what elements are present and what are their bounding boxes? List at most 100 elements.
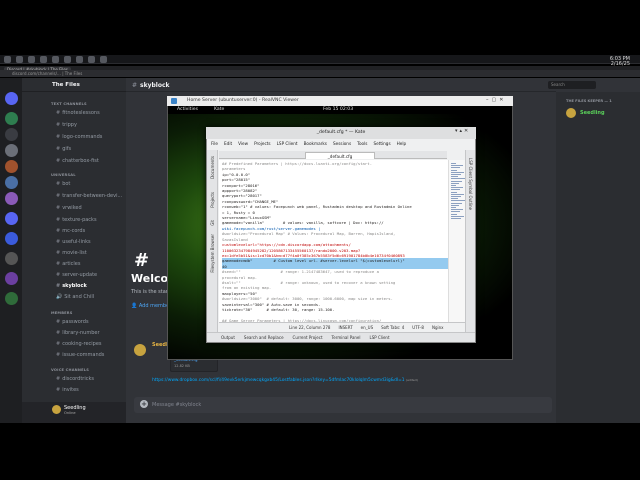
channel-item[interactable]: # articles [56, 261, 81, 267]
channel-item[interactable]: # discordtricks [56, 376, 94, 382]
message-placeholder[interactable]: Message #skyblock [152, 402, 201, 408]
app-icon[interactable] [88, 56, 95, 63]
menu-edit[interactable]: Edit [224, 140, 232, 148]
app-icon[interactable] [64, 56, 71, 63]
add-members-link[interactable]: 👤 Add member [131, 303, 171, 309]
gnome-clock[interactable]: Feb 15 02:03 [323, 107, 353, 112]
app-icon[interactable] [100, 56, 107, 63]
menu-tools[interactable]: Tools [357, 140, 367, 148]
minimap-line [451, 169, 457, 171]
channel-item-selected[interactable]: # skyblock [56, 283, 87, 289]
category-label[interactable]: MEMBERS [51, 311, 73, 315]
dictionary[interactable]: en_US [361, 323, 373, 331]
channel-item[interactable]: # passwords [56, 319, 89, 325]
category-label[interactable]: UNIVERSAL [51, 173, 76, 177]
channel-item[interactable]: # bot [56, 181, 70, 187]
encoding[interactable]: UTF-8 [412, 323, 424, 331]
indentation[interactable]: Soft Tabs: 4 [381, 323, 404, 331]
server-icon[interactable] [5, 192, 18, 205]
menu-sessions[interactable]: Sessions [333, 140, 351, 148]
server-icon[interactable] [5, 112, 18, 125]
channel-item[interactable]: # transfer-between-devi... [56, 193, 122, 199]
kate-window-controls[interactable]: ▾▴✕ [455, 128, 470, 134]
minimap-line [451, 202, 462, 204]
syntax-mode[interactable]: Nginx [432, 323, 444, 331]
channel-item[interactable]: # movie-list [56, 250, 87, 256]
app-icon[interactable] [16, 56, 23, 63]
document-tab[interactable]: _default.cfg [305, 152, 375, 159]
menu-settings[interactable]: Settings [373, 140, 390, 148]
channel-item[interactable]: # fitnoteslessons [56, 110, 100, 116]
address-bar[interactable]: discord.com/channels/… | The Files [0, 70, 640, 77]
member-avatar[interactable] [566, 108, 576, 118]
input-mode[interactable]: INSERT [338, 323, 352, 331]
menu-help[interactable]: Help [397, 140, 407, 148]
category-label[interactable]: VOICE CHANNELS [51, 368, 89, 372]
vnc-window-controls[interactable]: –▢✕ [486, 97, 506, 103]
vnc-titlebar[interactable]: Home Server (ubuntuserver:0) - RealVNC V… [167, 96, 513, 106]
search-replace-tab[interactable]: Search and Replace [244, 333, 284, 342]
channel-item[interactable]: # cooking-recipes [56, 341, 102, 347]
server-icon[interactable] [5, 176, 18, 189]
app-icon[interactable] [28, 56, 35, 63]
channel-item[interactable]: # invites [56, 387, 79, 393]
cursor-position[interactable]: Line 22, Column 278 [289, 323, 330, 331]
channel-item[interactable]: # gifs [56, 146, 71, 152]
search-input[interactable]: Search [548, 81, 596, 89]
start-icon[interactable] [4, 56, 11, 63]
app-icon[interactable] [40, 56, 47, 63]
git-tab[interactable]: Git [210, 220, 215, 226]
projects-tab[interactable]: Projects [210, 192, 215, 208]
channel-item[interactable]: # library-number [56, 330, 100, 336]
menu-file[interactable]: File [211, 140, 218, 148]
code-content[interactable]: ## Predefined Parameters | https://docs.… [222, 161, 448, 323]
documents-tab[interactable]: Documents [210, 156, 215, 179]
member-name[interactable]: Seedling [580, 110, 605, 116]
filesystem-browser-tab[interactable]: Filesystem Browser [210, 234, 215, 273]
kate-titlebar[interactable]: _default.cfg * — Kate [206, 127, 476, 139]
user-avatar[interactable] [52, 405, 61, 414]
category-label[interactable]: TEXT CHANNELS [51, 102, 87, 106]
add-server-icon[interactable] [5, 292, 18, 305]
channel-item[interactable]: # vrwiked [56, 205, 82, 211]
lsp-client-tab[interactable]: LSP Client [370, 333, 390, 342]
server-icon[interactable] [5, 128, 18, 141]
current-project-tab[interactable]: Current Project [293, 333, 323, 342]
minimap-line [451, 191, 457, 193]
message-avatar[interactable] [134, 344, 146, 356]
gnome-app-menu[interactable]: Kate [214, 107, 224, 112]
terminal-panel-tab[interactable]: Terminal Panel [332, 333, 361, 342]
channel-item[interactable]: # logo-commands [56, 134, 102, 140]
message-link[interactable]: https://www.dropbox.com/scl/fi/49evk5erk… [152, 378, 418, 383]
attach-plus-icon[interactable]: + [140, 400, 148, 408]
menu-projects[interactable]: Projects [254, 140, 271, 148]
minimap-line [451, 213, 457, 215]
channel-item[interactable]: # texture-packs [56, 217, 97, 223]
minimap-line [451, 218, 461, 219]
server-icon[interactable] [5, 144, 18, 157]
menu-view[interactable]: View [238, 140, 248, 148]
app-icon[interactable] [76, 56, 83, 63]
menu-bookmarks[interactable]: Bookmarks [304, 140, 327, 148]
channel-item[interactable]: # mc-cords [56, 228, 85, 234]
channel-item[interactable]: # chatterbox-fist [56, 158, 99, 164]
gnome-activities[interactable]: Activities [177, 107, 198, 112]
voice-channel-item[interactable]: 🔊 Sit and Chill [56, 294, 94, 300]
channel-item[interactable]: # server-update [56, 272, 97, 278]
server-icon[interactable] [5, 212, 18, 225]
menu-lsp-client[interactable]: LSP Client [277, 140, 298, 148]
minimap-line [451, 207, 456, 208]
output-tab[interactable]: Output [221, 333, 235, 342]
discord-home-icon[interactable] [5, 92, 18, 105]
server-name[interactable]: The Files [22, 78, 126, 92]
channel-item[interactable]: # trippy [56, 122, 77, 128]
lsp-outline-tab[interactable]: LSP Client Symbol Outline [468, 158, 473, 210]
server-icon[interactable] [5, 272, 18, 285]
server-icon[interactable] [5, 232, 18, 245]
server-icon[interactable] [5, 252, 18, 265]
app-icon[interactable] [52, 56, 59, 63]
channel-item[interactable]: # useful-links [56, 239, 91, 245]
server-icon[interactable] [5, 160, 18, 173]
channel-item[interactable]: # issue-commands [56, 352, 104, 358]
user-status: Online [64, 411, 76, 415]
